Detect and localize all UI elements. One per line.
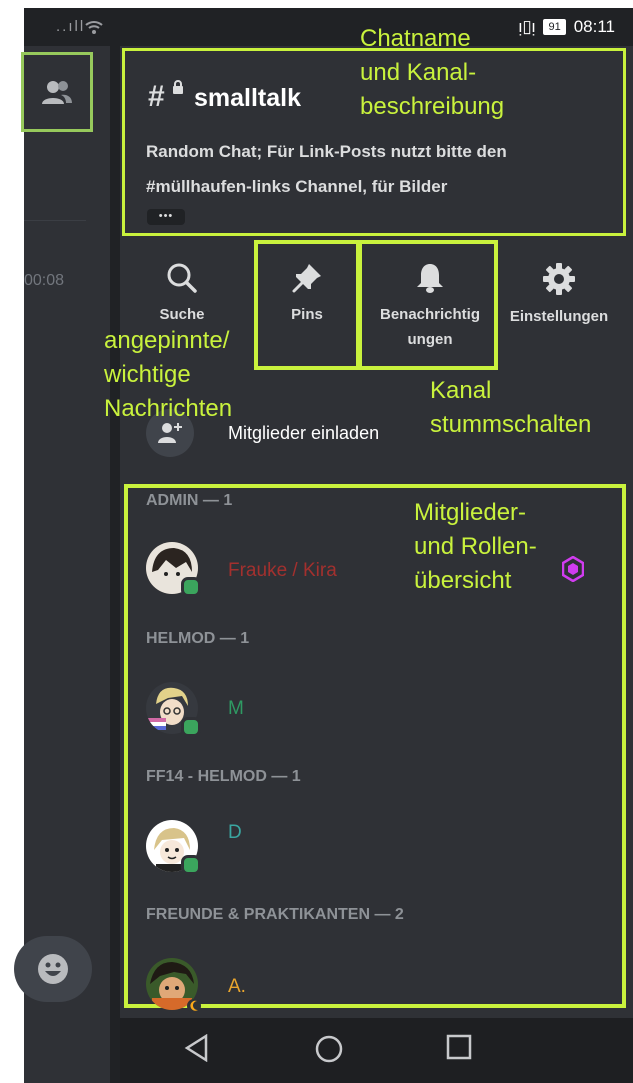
channel-topic-line: Random Chat; Für Link-Posts nutzt bitte … bbox=[146, 142, 507, 161]
annotation-line: Mitglieder- bbox=[414, 499, 527, 526]
signal-indicator: ..ıll bbox=[56, 18, 86, 35]
members-icon bbox=[42, 81, 72, 104]
status-right: ᴉ▯ᴉ 91 08:11 bbox=[519, 17, 615, 37]
search-icon bbox=[167, 263, 197, 293]
gear-icon bbox=[543, 263, 575, 295]
status-bar: ..ıll ᴉ▯ᴉ 91 08:11 bbox=[24, 8, 633, 46]
emoji-button[interactable] bbox=[14, 936, 92, 1002]
chat-pane-peek bbox=[24, 46, 110, 1083]
role-header: ADMIN — 1 bbox=[146, 492, 233, 509]
text-channel-locked-icon: # bbox=[148, 80, 165, 113]
member-avatar[interactable] bbox=[146, 820, 201, 875]
member-avatar[interactable] bbox=[146, 542, 201, 597]
android-nav-bar bbox=[120, 1018, 633, 1083]
annotation-line: übersicht bbox=[414, 567, 512, 594]
settings-label: Einstellungen bbox=[509, 308, 609, 325]
annotation-line: Kanal bbox=[430, 377, 492, 404]
pane-divider bbox=[110, 46, 120, 1083]
annotation-line: und Kanal- bbox=[360, 59, 477, 86]
nitro-boost-icon bbox=[562, 556, 584, 582]
annotation-line: und Rollen- bbox=[414, 533, 537, 560]
member-name[interactable]: A. bbox=[228, 976, 246, 998]
message-timestamp: 00:08 bbox=[24, 272, 65, 289]
annotation-line: Chatname bbox=[360, 25, 471, 52]
clock: 08:11 bbox=[573, 17, 615, 36]
pins-label: Pins bbox=[291, 306, 323, 323]
member-avatar[interactable] bbox=[146, 958, 201, 1013]
members-toggle-button[interactable] bbox=[21, 52, 93, 132]
members-list-highlight bbox=[124, 484, 626, 1008]
annotation-members: Mitglieder- und Rollen- übersicht bbox=[414, 496, 537, 598]
member-name[interactable]: Frauke / Kira bbox=[228, 560, 337, 582]
channel-name: smalltalk bbox=[194, 84, 302, 112]
pin-icon bbox=[292, 264, 321, 293]
idle-moon-icon bbox=[187, 999, 201, 1013]
settings-button[interactable]: Einstellungen bbox=[500, 262, 618, 325]
annotation-line: beschreibung bbox=[360, 93, 505, 120]
member-avatar[interactable] bbox=[146, 682, 201, 737]
emoji-icon bbox=[38, 954, 68, 984]
invite-members-label: Mitglieder einladen bbox=[228, 423, 380, 443]
annotation-line: Nachrichten bbox=[104, 395, 233, 422]
member-name[interactable]: D bbox=[228, 822, 242, 844]
wifi-icon bbox=[85, 21, 103, 34]
channel-topic-line: #müllhaufen-links Channel, für Bilder bbox=[146, 177, 448, 196]
online-status-dot bbox=[181, 717, 201, 737]
channel-topic[interactable]: Random Chat; Für Link-Posts nutzt bitte … bbox=[146, 134, 606, 204]
battery-level: 91 bbox=[543, 19, 566, 35]
notifications-label-line: Benachrichtig bbox=[379, 306, 481, 323]
search-button[interactable]: Suche bbox=[140, 262, 224, 323]
notifications-label-line: ungen bbox=[407, 331, 453, 348]
annotation-mute: Kanal stummschalten bbox=[430, 374, 591, 442]
divider-line bbox=[24, 220, 86, 221]
annotation-line: stummschalten bbox=[430, 411, 592, 438]
notifications-button[interactable]: Benachrichtig ungen bbox=[368, 262, 492, 348]
annotation-pins: angepinnte/ wichtige Nachrichten bbox=[104, 324, 232, 426]
member-name[interactable]: M bbox=[228, 698, 244, 720]
role-header: FF14 - HELMOD — 1 bbox=[146, 768, 301, 785]
role-header: HELMOD — 1 bbox=[146, 630, 250, 647]
circle-home-icon[interactable] bbox=[314, 1034, 344, 1064]
vibrate-icon: ᴉ▯ᴉ bbox=[518, 17, 536, 36]
lock-icon bbox=[173, 80, 183, 94]
annotation-line: angepinnte/ bbox=[104, 327, 230, 354]
annotation-chatname: Chatname und Kanal- beschreibung bbox=[360, 22, 504, 124]
triangle-back-icon[interactable] bbox=[184, 1034, 210, 1062]
search-label: Suche bbox=[159, 306, 205, 323]
annotation-line: wichtige bbox=[104, 361, 191, 388]
pins-button[interactable]: Pins bbox=[262, 262, 352, 323]
square-recent-icon[interactable] bbox=[446, 1034, 472, 1060]
online-status-dot bbox=[181, 855, 201, 875]
online-status-dot bbox=[181, 577, 201, 597]
bell-icon bbox=[417, 264, 443, 293]
topic-more-button[interactable]: ••• bbox=[147, 209, 185, 225]
role-header: FREUNDE & PRAKTIKANTEN — 2 bbox=[146, 906, 404, 923]
